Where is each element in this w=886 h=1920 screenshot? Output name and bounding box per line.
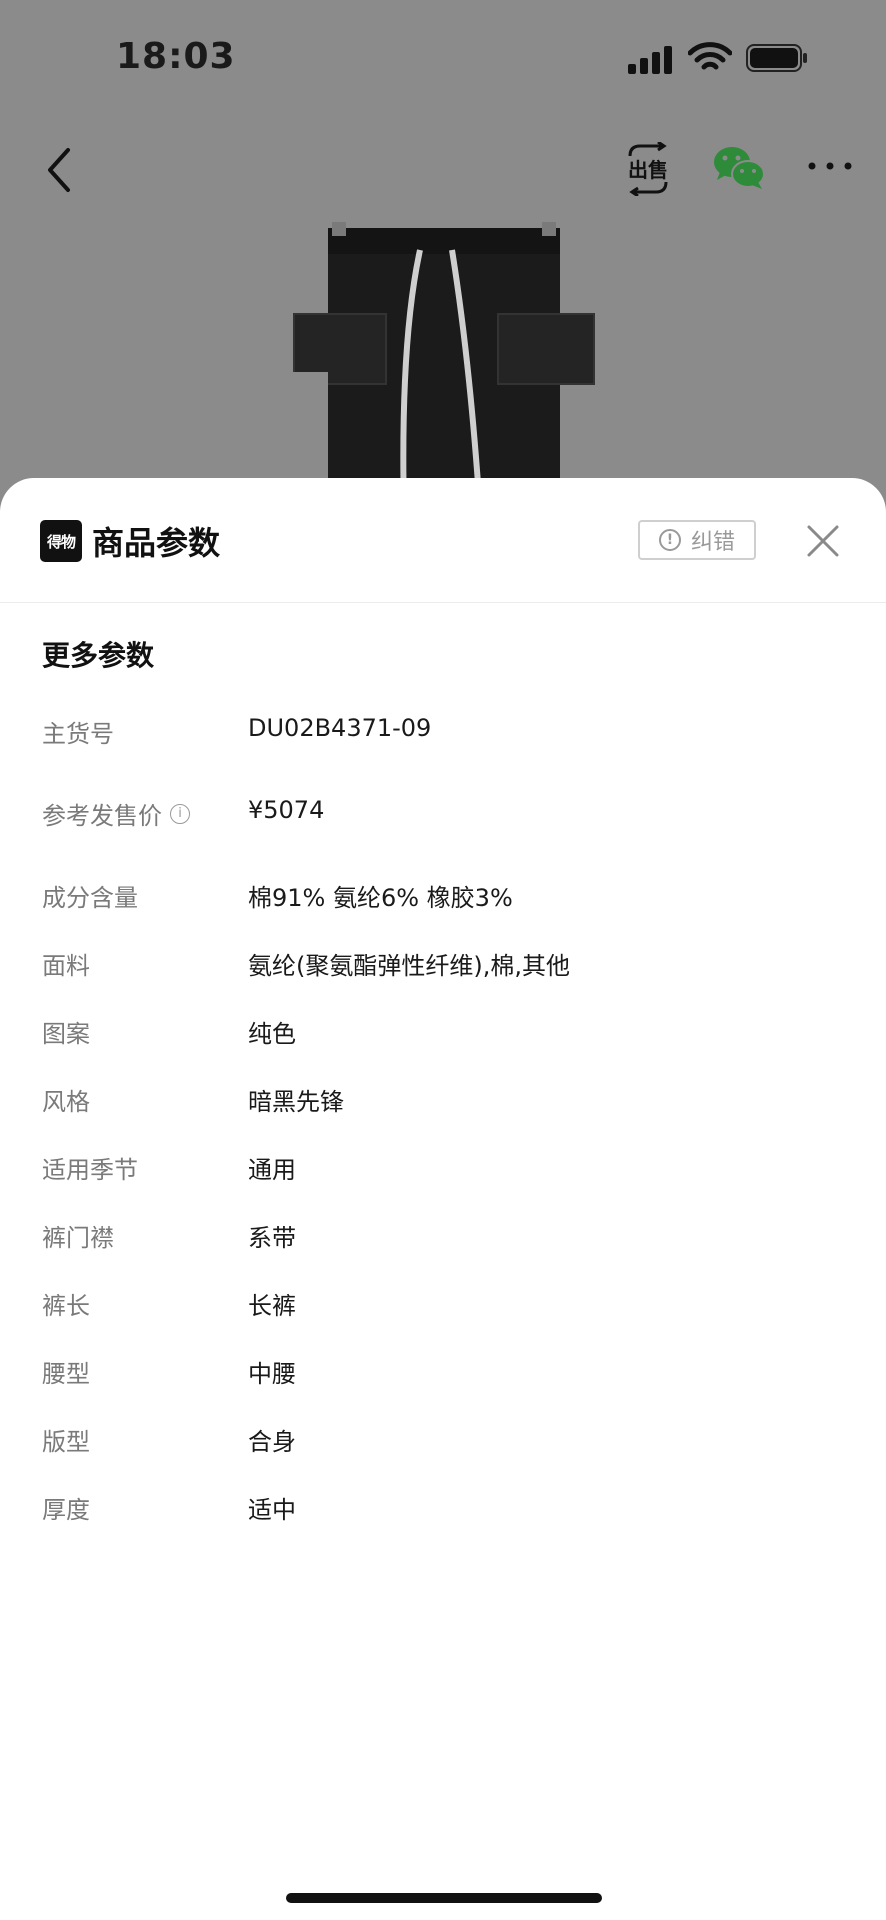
param-row: 裤长 长裤 [0, 1286, 886, 1326]
param-row: 厚度 适中 [0, 1490, 886, 1530]
param-value: DU02B4371-09 [248, 714, 432, 742]
sell-icon: 出售 [628, 140, 668, 198]
report-error-button[interactable]: ! 纠错 [638, 520, 756, 560]
param-row: 面料 氨纶(聚氨酯弹性纤维),棉,其他 [0, 946, 886, 986]
param-label: 裤长 [42, 1292, 90, 1320]
app-logo: 得物 [40, 520, 82, 562]
param-label: 风格 [42, 1088, 90, 1116]
param-value: 氨纶(聚氨酯弹性纤维),棉,其他 [248, 952, 570, 980]
param-label: 版型 [42, 1428, 90, 1456]
more-params-title: 更多参数 [42, 639, 155, 672]
param-value: 棉91% 氨纶6% 橡胶3% [248, 884, 513, 912]
home-indicator[interactable] [286, 1893, 602, 1903]
status-bar: 18:03 [0, 0, 886, 110]
product-params-sheet: 得物 商品参数 ! 纠错 更多参数 主货号 DU02B4371-09 参考发售价… [0, 478, 886, 1920]
param-value: ¥5074 [248, 796, 325, 824]
status-time: 18:03 [116, 36, 236, 77]
alert-icon: ! [658, 529, 681, 551]
param-row: 版型 合身 [0, 1422, 886, 1462]
wifi-icon [688, 42, 732, 70]
param-row: 腰型 中腰 [0, 1354, 886, 1394]
param-label: 厚度 [42, 1496, 90, 1524]
param-label: 面料 [42, 952, 90, 980]
param-value: 适中 [248, 1496, 296, 1524]
sheet-header: 得物 商品参数 ! 纠错 [0, 478, 886, 603]
param-label: 图案 [42, 1020, 90, 1048]
report-error-label: 纠错 [690, 530, 735, 555]
param-value: 通用 [248, 1156, 296, 1184]
sell-button[interactable]: 出售 [624, 140, 672, 198]
param-label: 主货号 [42, 720, 114, 748]
param-value: 纯色 [248, 1020, 296, 1048]
wechat-share-icon[interactable] [712, 144, 768, 192]
param-row: 参考发售价 i ¥5074 [0, 796, 886, 836]
param-label: 腰型 [42, 1360, 90, 1388]
param-row: 主货号 DU02B4371-09 [0, 714, 886, 754]
param-row: 风格 暗黑先锋 [0, 1082, 886, 1122]
param-row: 适用季节 通用 [0, 1150, 886, 1190]
more-options-icon[interactable] [806, 154, 854, 178]
param-value: 长裤 [248, 1292, 296, 1320]
param-label: 裤门襟 [42, 1224, 114, 1252]
param-row: 成分含量 棉91% 氨纶6% 橡胶3% [0, 878, 886, 918]
param-value: 系带 [248, 1224, 296, 1252]
close-icon[interactable] [806, 524, 840, 558]
param-row: 图案 纯色 [0, 1014, 886, 1054]
product-image[interactable] [280, 222, 610, 512]
info-icon[interactable]: i [170, 803, 190, 824]
param-label-text: 参考发售价 [42, 802, 162, 830]
param-label-with-info: 参考发售价 i [42, 796, 190, 831]
sheet-title: 商品参数 [92, 524, 221, 562]
back-arrow-icon[interactable] [40, 140, 80, 200]
sell-label: 出售 [628, 158, 668, 182]
param-row: 裤门襟 系带 [0, 1218, 886, 1258]
param-value: 中腰 [248, 1360, 296, 1388]
battery-icon [746, 44, 807, 72]
top-nav: 出售 [0, 130, 886, 210]
cellular-signal-icon [628, 46, 672, 74]
param-value: 合身 [248, 1428, 296, 1456]
param-label: 成分含量 [42, 884, 138, 912]
param-label: 适用季节 [42, 1156, 138, 1184]
param-value: 暗黑先锋 [248, 1088, 344, 1116]
